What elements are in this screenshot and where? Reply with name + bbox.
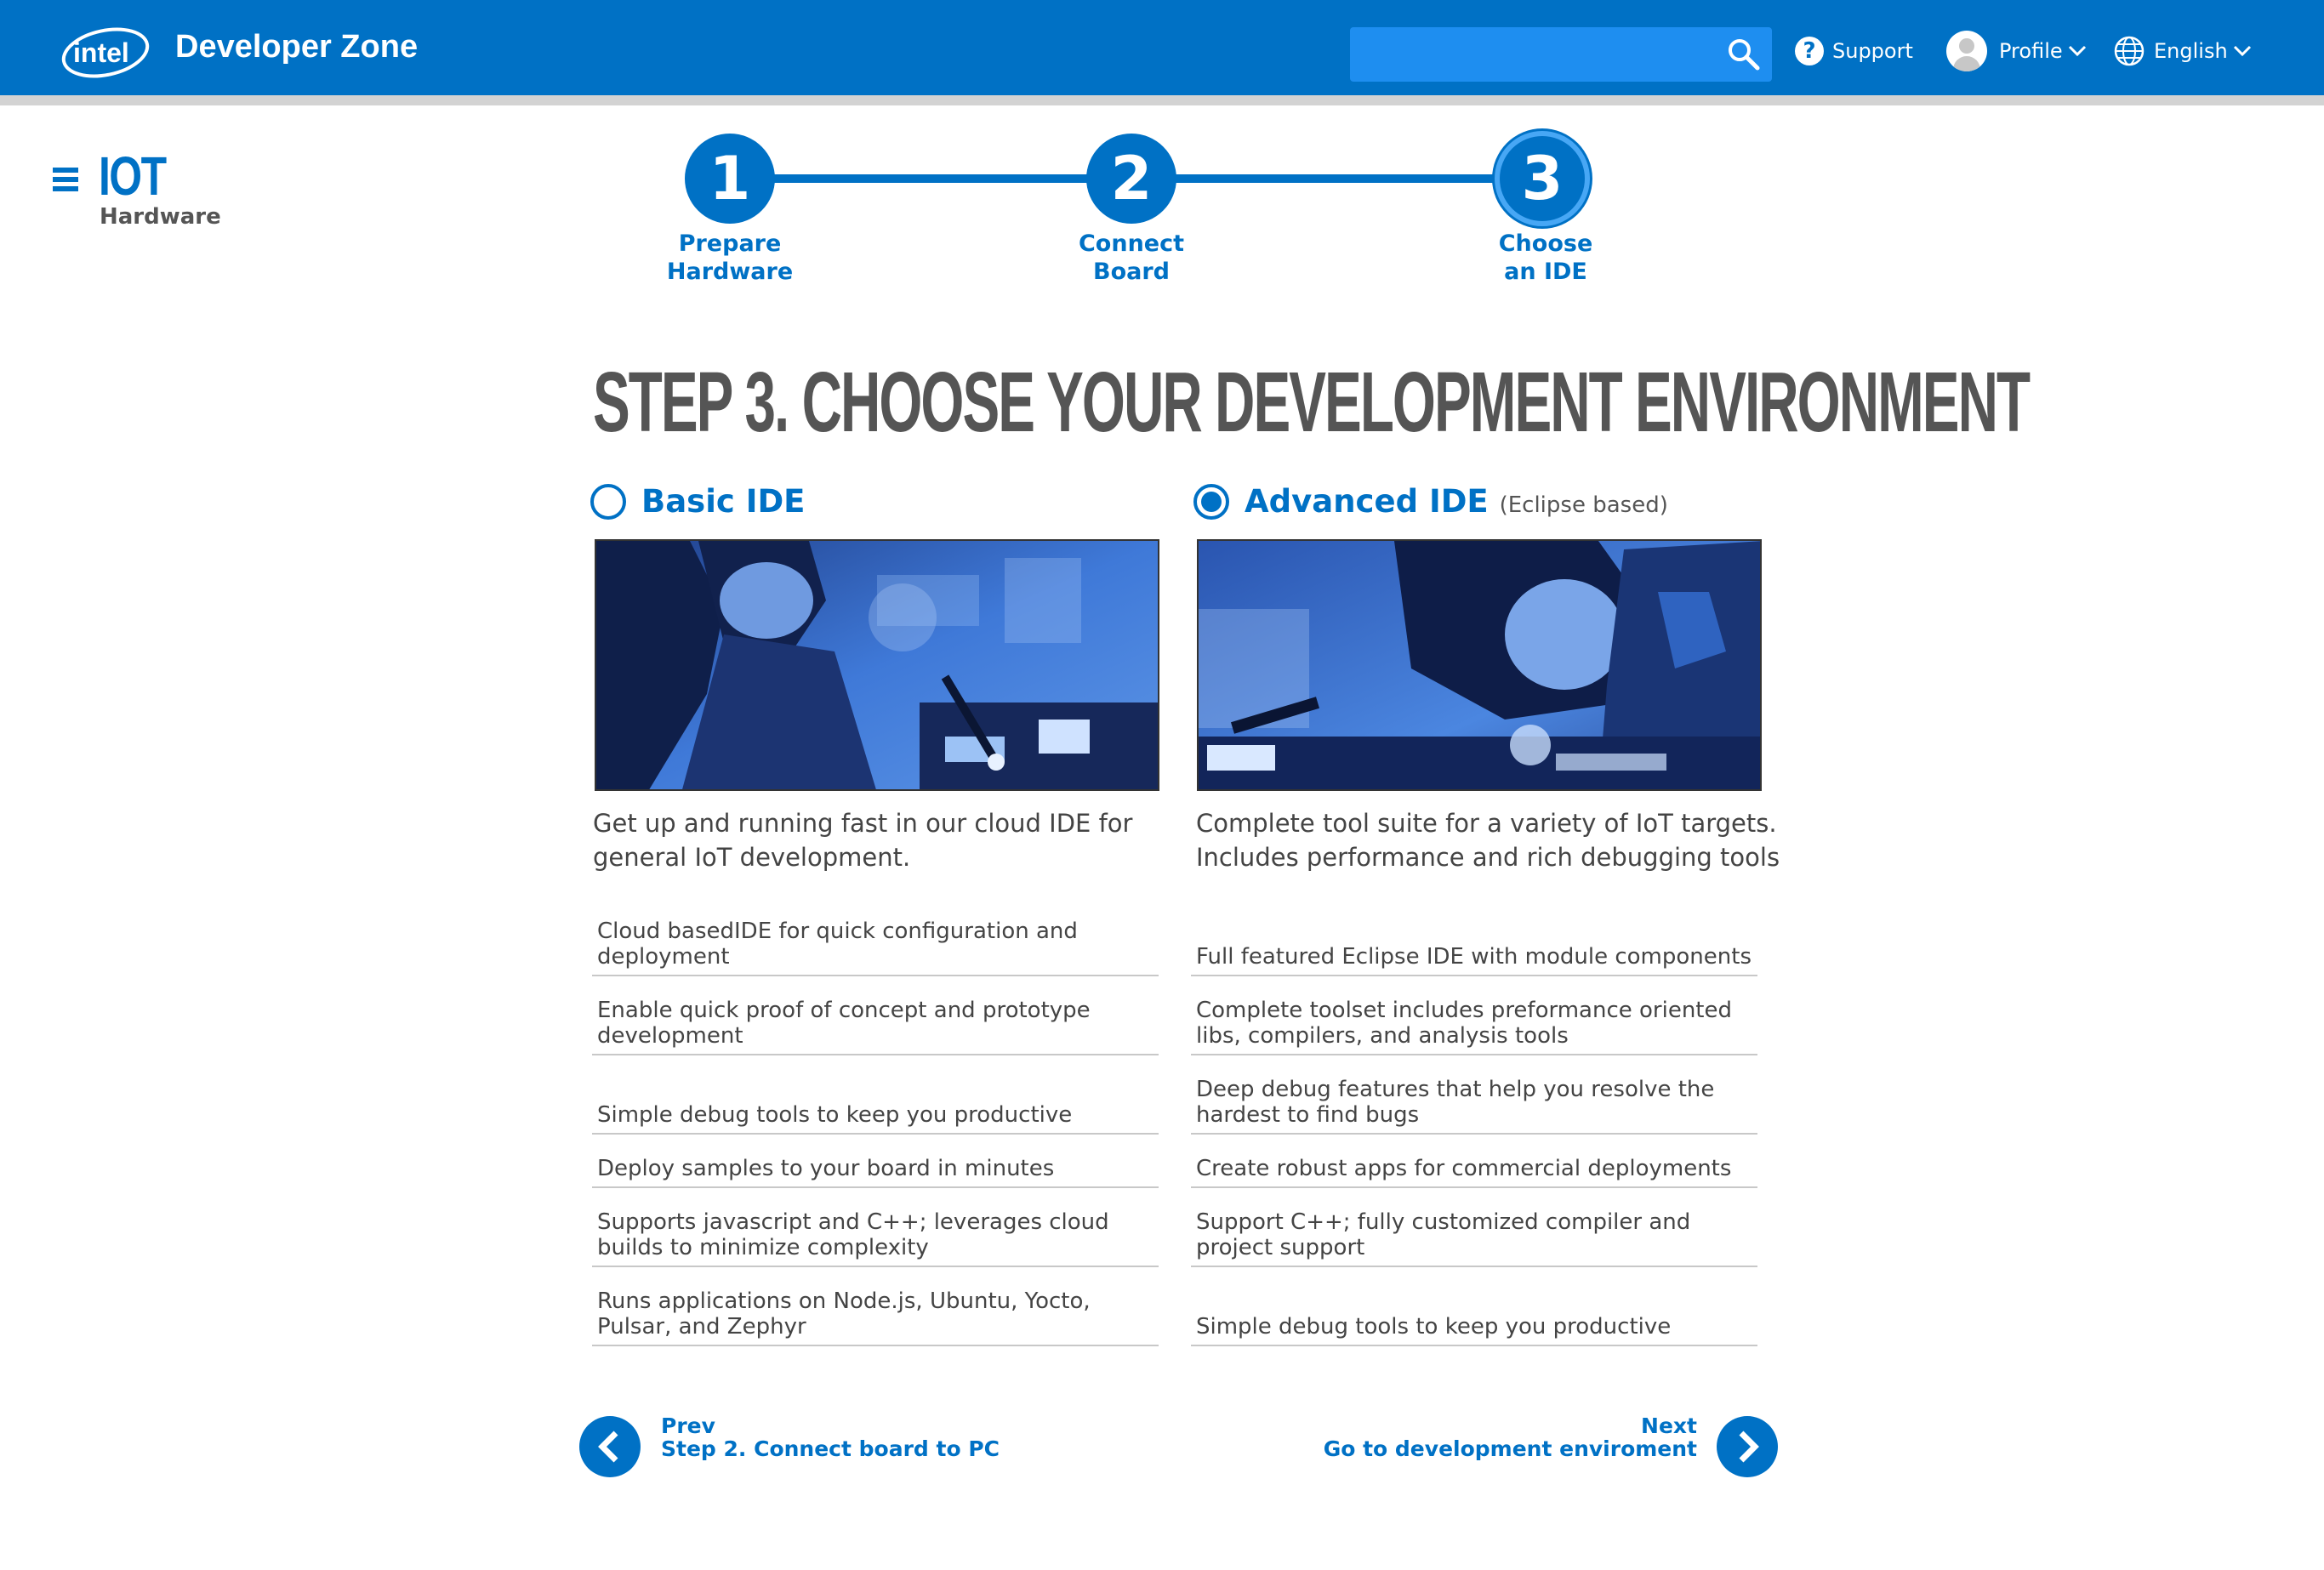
chevron-left-icon xyxy=(598,1431,618,1463)
list-item: Enable quick proof of concept and protot… xyxy=(592,976,1159,1055)
chevron-right-icon xyxy=(1739,1431,1759,1463)
language-selector[interactable]: English xyxy=(2113,29,2252,73)
page-title: STEP 3. CHOOSE YOUR DEVELOPMENT ENVIRONM… xyxy=(593,355,2031,450)
step-2-label-line1: Connect xyxy=(1078,230,1185,257)
chevron-down-icon xyxy=(2068,45,2086,57)
list-item: Deploy samples to your board in minutes xyxy=(592,1135,1159,1188)
advanced-ide-title-row[interactable]: Advanced IDE (Eclipse based) xyxy=(1245,481,1668,526)
advanced-ide-description: Complete tool suite for a variety of IoT… xyxy=(1196,809,1780,872)
list-item: Complete toolset includes preformance or… xyxy=(1191,976,1757,1055)
step-2-label[interactable]: Connect Board xyxy=(1038,230,1225,286)
advanced-ide-note: (Eclipse based) xyxy=(1499,492,1668,518)
step-1-label-line2: Hardware xyxy=(666,259,794,285)
step-2-circle[interactable]: 2 xyxy=(1086,134,1176,224)
list-item: Simple debug tools to keep you productiv… xyxy=(592,1055,1159,1135)
support-label: Support xyxy=(1832,39,1913,63)
list-item: Deep debug features that help you resolv… xyxy=(1191,1055,1757,1135)
advanced-ide-radio-selected[interactable] xyxy=(1193,484,1229,520)
basic-ide-radio[interactable] xyxy=(590,484,626,520)
section-title[interactable]: IOT xyxy=(99,146,167,206)
language-label: English xyxy=(2154,39,2228,63)
profile-label: Profile xyxy=(1999,39,2063,63)
brand-title[interactable]: Developer Zone xyxy=(175,26,418,68)
basic-ide-feature-list: Cloud basedIDE for quick configuration a… xyxy=(592,908,1159,1346)
next-link[interactable]: Next Go to development enviroment xyxy=(1276,1414,1697,1460)
prev-button[interactable] xyxy=(579,1416,641,1477)
intel-logo[interactable]: intel xyxy=(60,24,151,78)
step-3-circle-active[interactable]: 3 xyxy=(1495,131,1590,226)
profile-menu[interactable]: Profile xyxy=(1946,29,2087,73)
basic-ide-image xyxy=(595,539,1159,791)
section-subtitle: Hardware xyxy=(100,204,221,230)
next-button[interactable] xyxy=(1717,1416,1778,1477)
advanced-ide-image xyxy=(1197,539,1762,791)
advanced-ide-title: Advanced IDE xyxy=(1245,483,1489,520)
step-1-label-line1: Prepare xyxy=(678,230,782,257)
prev-target: Step 2. Connect board to PC xyxy=(661,1436,1000,1461)
globe-icon xyxy=(2114,36,2145,66)
basic-ide-description: Get up and running fast in our cloud IDE… xyxy=(593,809,1133,872)
logo-wordmark: intel xyxy=(73,37,129,68)
search-input[interactable] xyxy=(1350,27,1772,82)
prev-link[interactable]: Prev Step 2. Connect board to PC xyxy=(661,1414,1000,1460)
list-item: Supports javascript and C++; leverages c… xyxy=(592,1188,1159,1267)
help-icon: ? xyxy=(1795,37,1824,65)
search-icon[interactable] xyxy=(1727,37,1761,71)
support-link[interactable]: ? Support xyxy=(1795,29,1913,73)
prev-label: Prev xyxy=(661,1414,715,1438)
chevron-down-icon xyxy=(2233,45,2251,57)
basic-ide-title[interactable]: Basic IDE xyxy=(641,481,805,523)
list-item: Runs applications on Node.js, Ubuntu, Yo… xyxy=(592,1267,1159,1346)
step-1-circle[interactable]: 1 xyxy=(685,134,775,224)
header-divider xyxy=(0,95,2324,105)
list-item: Support C++; fully customized compiler a… xyxy=(1191,1188,1757,1267)
step-3-label[interactable]: Choose an IDE xyxy=(1452,230,1639,286)
step-1-label[interactable]: Prepare Hardware xyxy=(636,230,823,286)
advanced-ide-feature-list: Full featured Eclipse IDE with module co… xyxy=(1191,908,1757,1346)
list-item: Simple debug tools to keep you productiv… xyxy=(1191,1267,1757,1346)
step-2-label-line2: Board xyxy=(1093,259,1170,285)
list-item: Create robust apps for commercial deploy… xyxy=(1191,1135,1757,1188)
step-3-label-line2: an IDE xyxy=(1504,259,1587,285)
next-label: Next xyxy=(1641,1414,1697,1438)
list-item: Full featured Eclipse IDE with module co… xyxy=(1191,908,1757,976)
list-item: Cloud basedIDE for quick configuration a… xyxy=(592,908,1159,976)
step-3-label-line1: Choose xyxy=(1498,230,1593,257)
next-target: Go to development enviroment xyxy=(1323,1436,1697,1461)
avatar-icon xyxy=(1946,31,1987,71)
hamburger-menu-icon[interactable] xyxy=(53,168,78,191)
